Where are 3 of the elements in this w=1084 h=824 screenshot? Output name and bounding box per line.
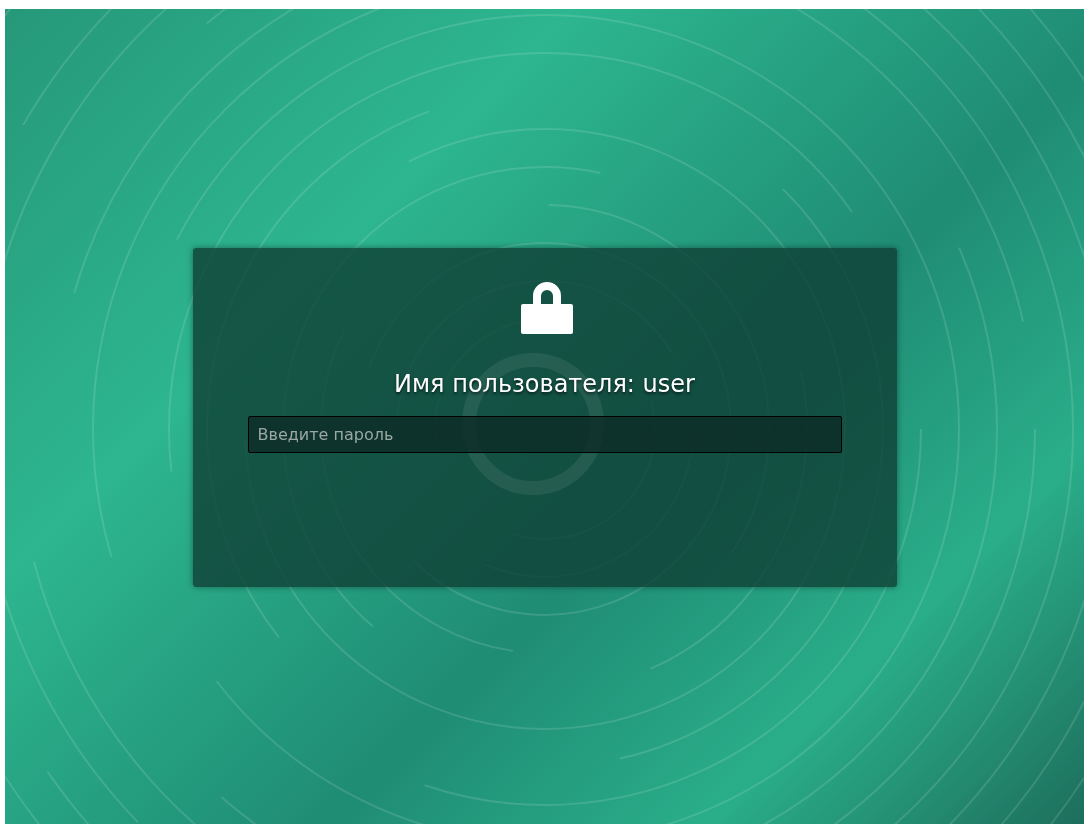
lock-icon bbox=[520, 280, 573, 334]
username-label: Имя пользователя: user bbox=[394, 369, 695, 400]
password-field[interactable]: Введите пароль bbox=[247, 416, 842, 453]
